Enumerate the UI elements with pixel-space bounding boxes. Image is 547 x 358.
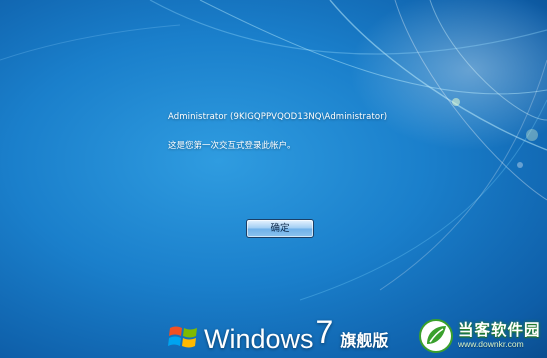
account-name-text: Administrator (9KIGQPPVQOD13NQ\Administr… bbox=[168, 112, 388, 122]
windows-version: 7 bbox=[315, 314, 334, 350]
windows-branding: Windows 7 旗舰版 bbox=[168, 314, 389, 356]
windows-flag-icon bbox=[168, 326, 197, 348]
ok-button[interactable]: 确定 bbox=[246, 219, 314, 238]
first-logon-notice: 这是您第一次交互式登录此帐户。 bbox=[168, 141, 296, 151]
wallpaper-swooshes bbox=[0, 0, 547, 301]
site-watermark: 当客软件园 www.downkr.com bbox=[418, 313, 547, 358]
downkr-logo-icon bbox=[419, 318, 453, 353]
logon-screen: { "message": { "account": "Administrator… bbox=[0, 0, 547, 358]
windows-product-name: Windows bbox=[204, 324, 314, 354]
windows-edition: 旗舰版 bbox=[340, 331, 389, 350]
watermark-site-name: 当客软件园 bbox=[458, 321, 541, 339]
watermark-url: www.downkr.com bbox=[458, 339, 524, 349]
